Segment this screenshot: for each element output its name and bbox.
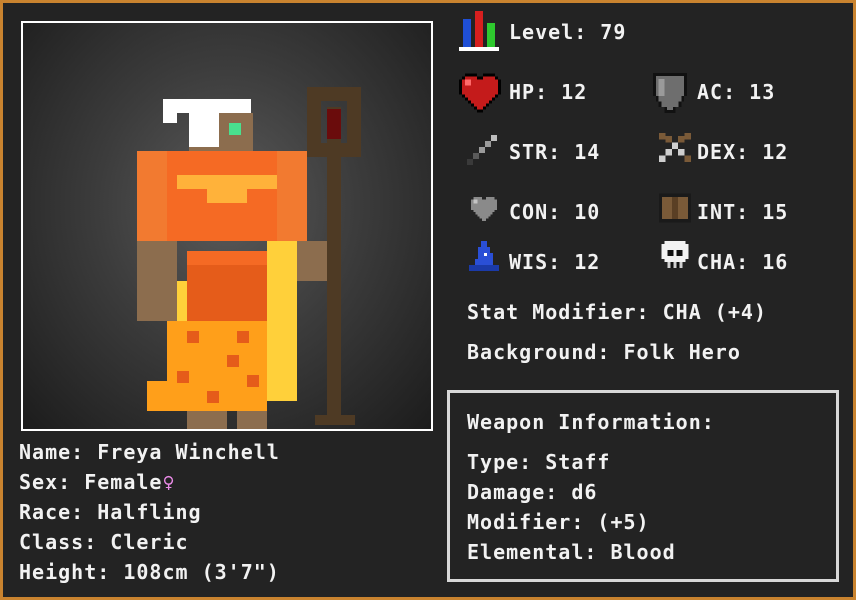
- sex-label: Sex: Female: [19, 470, 163, 494]
- character-portrait: [21, 21, 433, 431]
- skull-icon: [661, 241, 689, 268]
- halfling-cleric-sprite: [137, 87, 361, 429]
- character-height: Height: 108cm (3'7"): [19, 560, 280, 584]
- weapon-header: Weapon Information:: [467, 410, 715, 434]
- dex-stat: DEX: 12: [697, 140, 789, 164]
- bar-chart-icon: [459, 11, 499, 51]
- background: Background: Folk Hero: [467, 340, 741, 364]
- level-stat: Level: 79: [509, 20, 627, 44]
- heart-icon: [459, 73, 501, 113]
- sword-icon: [467, 135, 497, 165]
- character-sex: Sex: Female♀: [19, 470, 176, 494]
- bow-icon: [659, 133, 691, 162]
- hp-stat: HP: 12: [509, 80, 588, 104]
- character-class: Class: Cleric: [19, 530, 189, 554]
- female-symbol-icon: ♀: [162, 470, 176, 494]
- wizard-hat-icon: [469, 241, 499, 271]
- character-name: Name: Freya Winchell: [19, 440, 280, 464]
- character-sheet: Name: Freya Winchell Sex: Female♀ Race: …: [0, 0, 856, 600]
- con-stat: CON: 10: [509, 200, 601, 224]
- cha-stat: CHA: 16: [697, 250, 789, 274]
- weapon-modifier: Modifier: (+5): [467, 510, 650, 534]
- shield-icon: [653, 73, 687, 113]
- int-stat: INT: 15: [697, 200, 789, 224]
- ac-stat: AC: 13: [697, 80, 776, 104]
- book-icon: [659, 193, 691, 223]
- weapon-damage: Damage: d6: [467, 480, 598, 504]
- wis-stat: WIS: 12: [509, 250, 601, 274]
- str-stat: STR: 14: [509, 140, 601, 164]
- weapon-elemental: Elemental: Blood: [467, 540, 676, 564]
- weapon-type: Type: Staff: [467, 450, 611, 474]
- character-race: Race: Halfling: [19, 500, 202, 524]
- gray-heart-icon: [471, 197, 497, 221]
- stat-modifier: Stat Modifier: CHA (+4): [467, 300, 767, 324]
